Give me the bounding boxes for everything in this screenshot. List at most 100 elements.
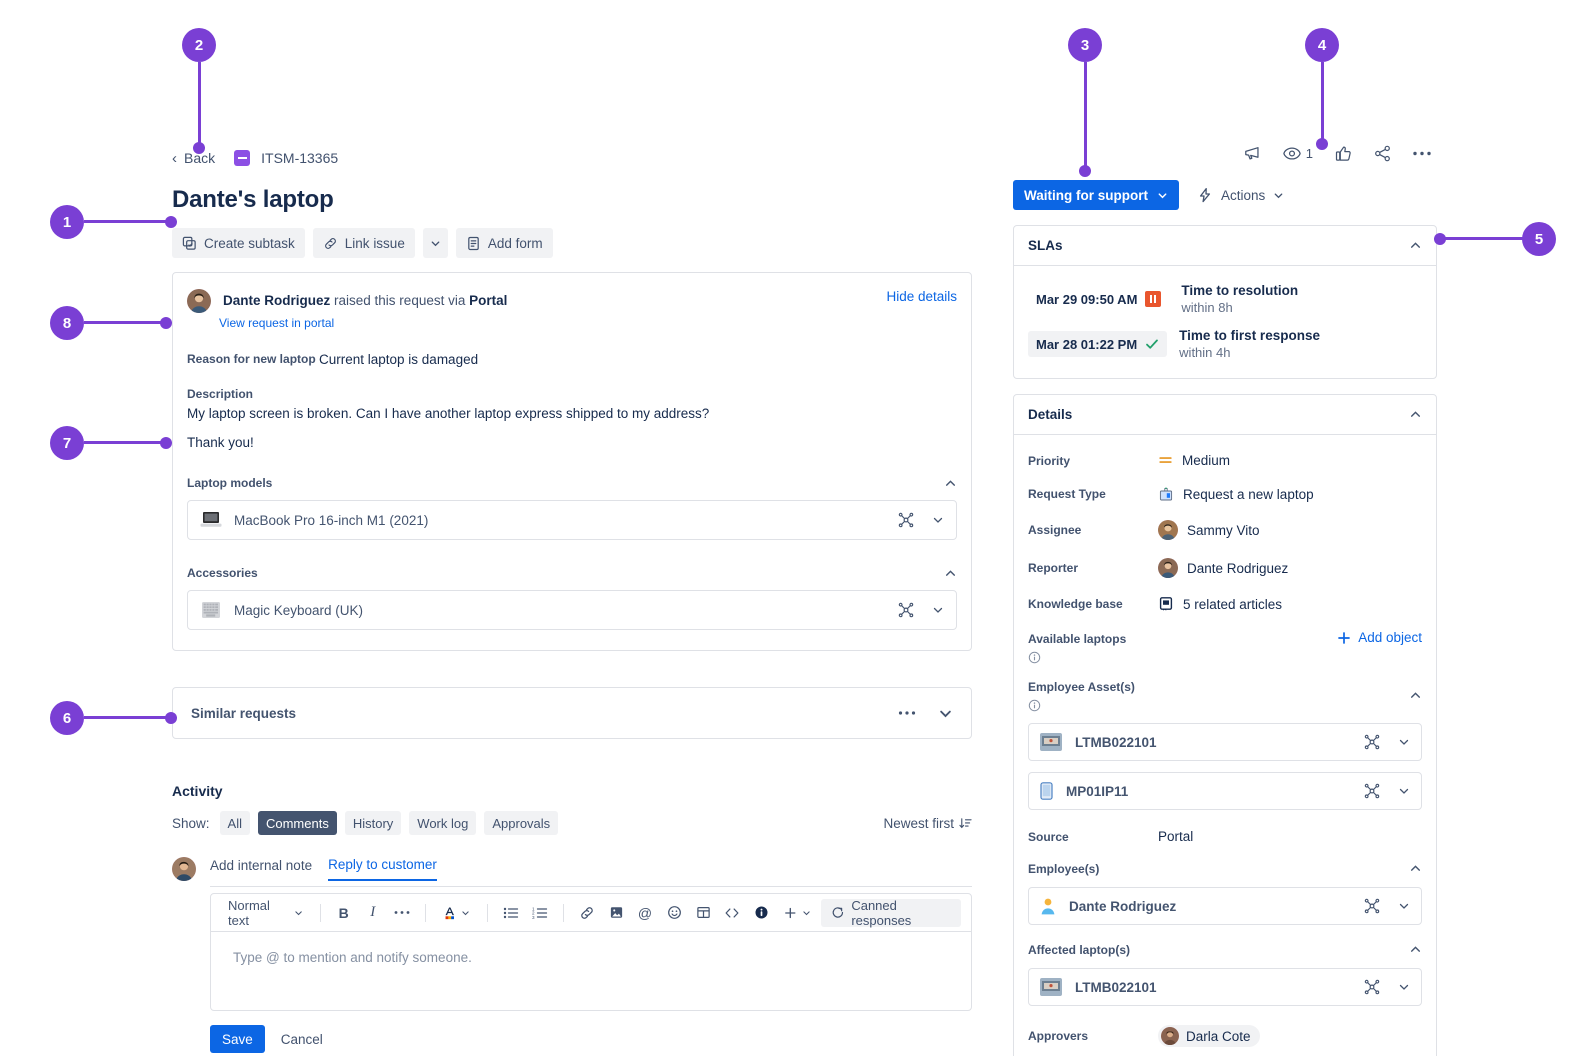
activity-filter-row: Show: All Comments History Work log Appr… xyxy=(172,811,972,835)
approver-chip[interactable]: Darla Cote xyxy=(1158,1025,1260,1047)
request-type-value-group[interactable]: Request a new laptop xyxy=(1158,486,1314,502)
assignee-value-group[interactable]: Sammy Vito xyxy=(1158,520,1260,540)
employees-section-header[interactable]: Employee(s) xyxy=(1014,862,1436,876)
chevron-down-icon[interactable] xyxy=(938,706,953,721)
save-button[interactable]: Save xyxy=(210,1025,265,1053)
callout-endpoint xyxy=(1434,233,1446,245)
add-object-button[interactable]: Add object xyxy=(1337,630,1422,645)
object-name: MacBook Pro 16-inch M1 (2021) xyxy=(234,513,428,528)
toolbar-divider xyxy=(425,904,426,922)
request-type-icon xyxy=(1158,486,1174,502)
sort-order-button[interactable]: Newest first xyxy=(883,816,972,831)
status-dropdown-button[interactable]: Waiting for support xyxy=(1013,180,1179,210)
activity-title: Activity xyxy=(172,783,972,799)
info-icon[interactable] xyxy=(1028,651,1126,664)
object-row[interactable]: MP01IP11 xyxy=(1028,772,1422,810)
object-graph-icon[interactable] xyxy=(1364,734,1380,750)
mention-button[interactable]: @ xyxy=(632,900,658,926)
emoji-button[interactable] xyxy=(661,900,687,926)
table-button[interactable] xyxy=(690,900,716,926)
object-graph-icon[interactable] xyxy=(1364,783,1380,799)
share-icon[interactable] xyxy=(1374,145,1391,162)
details-title: Details xyxy=(1028,407,1072,422)
bulleted-list-button[interactable] xyxy=(498,900,524,926)
view-in-portal-link[interactable]: View request in portal xyxy=(219,316,971,330)
object-expand-chevron-icon[interactable] xyxy=(1398,785,1410,797)
filter-history[interactable]: History xyxy=(345,811,401,835)
reporter-value-group[interactable]: Dante Rodriguez xyxy=(1158,558,1288,578)
callout-line xyxy=(84,441,169,444)
numbered-list-button[interactable]: 123 xyxy=(527,900,553,926)
code-button[interactable] xyxy=(719,900,745,926)
tab-add-internal-note[interactable]: Add internal note xyxy=(210,858,312,880)
similar-requests-card[interactable]: Similar requests xyxy=(172,687,972,739)
bold-button[interactable]: B xyxy=(331,900,357,926)
actions-button[interactable]: Actions xyxy=(1197,187,1284,203)
slas-header[interactable]: SLAs xyxy=(1014,226,1436,266)
object-expand-chevron-icon[interactable] xyxy=(932,514,944,526)
link-button[interactable] xyxy=(574,900,600,926)
reason-field-row: Reason for new laptop Current laptop is … xyxy=(173,352,971,367)
canned-responses-button[interactable]: Canned responses xyxy=(821,899,961,927)
info-icon[interactable] xyxy=(1028,699,1135,712)
object-row[interactable]: LTMB022101 xyxy=(1028,968,1422,1006)
object-row[interactable]: LTMB022101 xyxy=(1028,723,1422,761)
comment-editor: Normal text B I xyxy=(210,893,972,1011)
emoji-icon xyxy=(667,905,682,920)
info-panel-button[interactable] xyxy=(748,900,774,926)
object-row[interactable]: Dante Rodriguez xyxy=(1028,887,1422,925)
filter-work-log[interactable]: Work log xyxy=(409,811,476,835)
affected-laptops-section-header[interactable]: Affected laptop(s) xyxy=(1014,943,1436,957)
chevron-up-icon[interactable] xyxy=(1409,943,1422,956)
sla-goal: within 4h xyxy=(1179,345,1320,360)
chevron-up-icon[interactable] xyxy=(1409,408,1422,421)
object-graph-icon[interactable] xyxy=(1364,898,1380,914)
filter-approvals[interactable]: Approvals xyxy=(484,811,558,835)
object-expand-chevron-icon[interactable] xyxy=(1398,736,1410,748)
announce-icon[interactable] xyxy=(1243,145,1261,161)
filter-all[interactable]: All xyxy=(220,811,250,835)
comment-input[interactable]: Type @ to mention and notify someone. xyxy=(211,932,971,1010)
add-form-button[interactable]: Add form xyxy=(456,228,553,258)
object-graph-icon[interactable] xyxy=(1364,979,1380,995)
hide-details-link[interactable]: Hide details xyxy=(886,289,957,304)
object-expand-chevron-icon[interactable] xyxy=(1398,900,1410,912)
employee-assets-section-header[interactable]: Employee Asset(s) xyxy=(1014,678,1436,712)
filter-comments[interactable]: Comments xyxy=(258,811,337,835)
priority-value-group[interactable]: Medium xyxy=(1158,453,1230,468)
text-color-button[interactable] xyxy=(436,900,478,926)
more-actions-icon[interactable] xyxy=(1413,151,1431,156)
like-icon[interactable] xyxy=(1335,145,1352,162)
issue-key-link[interactable]: ITSM-13365 xyxy=(261,150,338,166)
more-formatting-button[interactable] xyxy=(389,900,415,926)
text-style-dropdown[interactable]: Normal text xyxy=(221,900,310,926)
accessories-section-header[interactable]: Accessories xyxy=(173,566,971,580)
laptop-models-section-header[interactable]: Laptop models xyxy=(173,476,971,490)
italic-button[interactable]: I xyxy=(360,900,386,926)
object-expand-chevron-icon[interactable] xyxy=(1398,981,1410,993)
chevron-up-icon[interactable] xyxy=(1409,689,1422,702)
cancel-button[interactable]: Cancel xyxy=(281,1032,323,1047)
link-issue-button[interactable]: Link issue xyxy=(313,228,415,258)
canned-responses-icon xyxy=(831,905,845,920)
chevron-up-icon[interactable] xyxy=(1409,862,1422,875)
create-subtask-button[interactable]: Create subtask xyxy=(172,228,305,258)
back-chevron-icon: ‹ xyxy=(172,151,177,166)
chevron-up-icon[interactable] xyxy=(944,477,957,490)
link-issue-dropdown-button[interactable] xyxy=(423,228,448,258)
knowledge-base-value-group[interactable]: 5 related articles xyxy=(1158,596,1282,612)
object-graph-icon[interactable] xyxy=(898,512,914,528)
object-row[interactable]: Magic Keyboard (UK) xyxy=(187,590,957,630)
chevron-up-icon[interactable] xyxy=(1409,239,1422,252)
object-graph-icon[interactable] xyxy=(898,602,914,618)
object-expand-chevron-icon[interactable] xyxy=(932,604,944,616)
more-options-icon[interactable] xyxy=(898,710,916,716)
insert-more-button[interactable] xyxy=(777,900,818,926)
tab-reply-to-customer[interactable]: Reply to customer xyxy=(328,857,437,881)
watch-button[interactable]: 1 xyxy=(1283,146,1313,161)
details-header[interactable]: Details xyxy=(1014,395,1436,435)
chevron-up-icon[interactable] xyxy=(944,567,957,580)
object-row[interactable]: MacBook Pro 16-inch M1 (2021) xyxy=(187,500,957,540)
image-button[interactable] xyxy=(603,900,629,926)
add-object-label: Add object xyxy=(1358,630,1422,645)
